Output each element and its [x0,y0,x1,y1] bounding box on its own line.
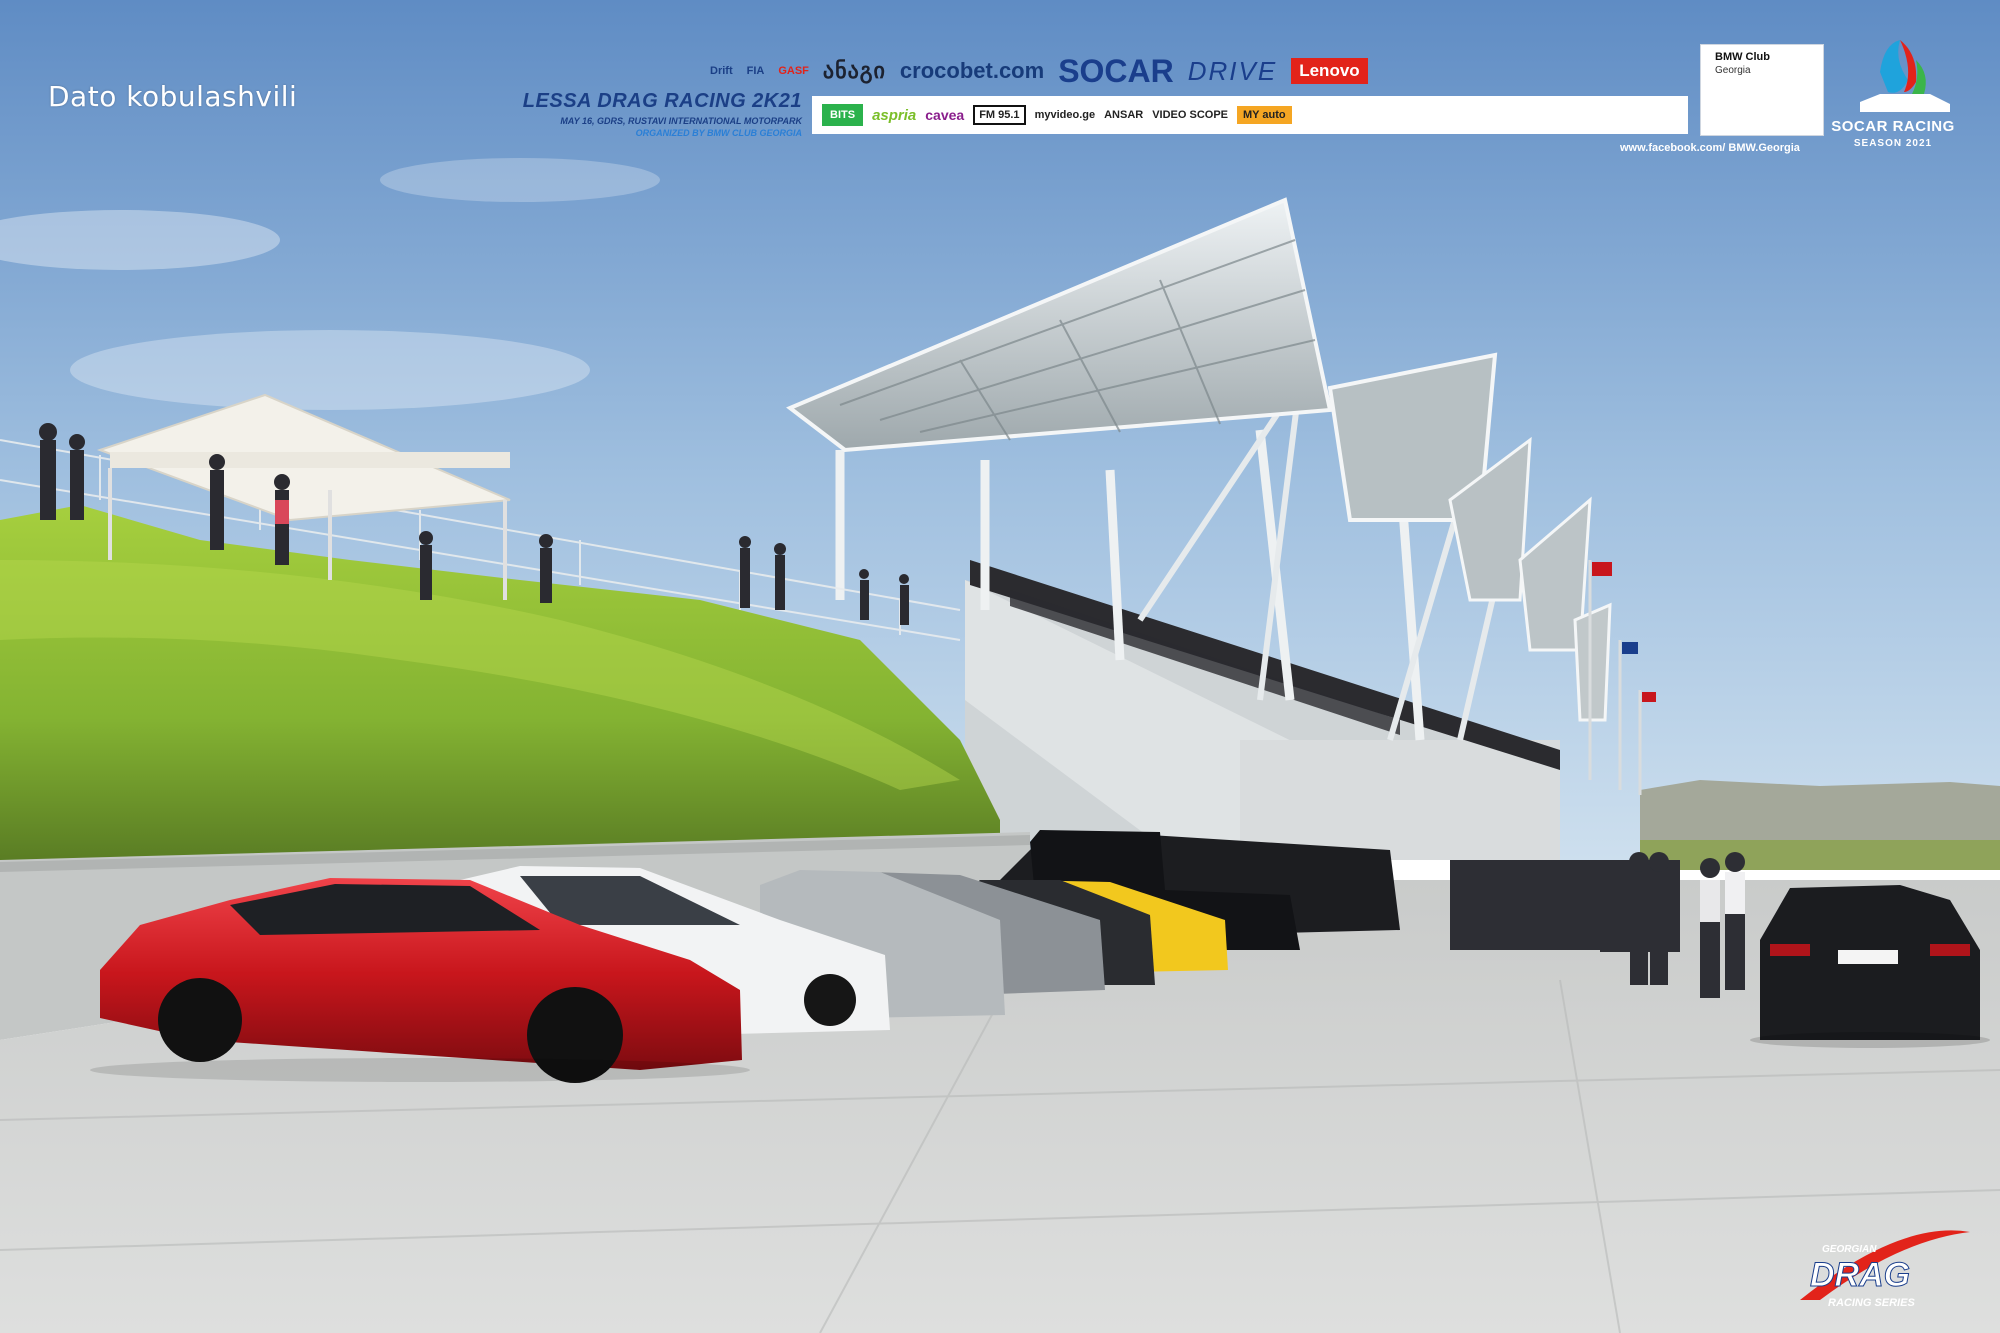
gdrs-logo: GEORGIAN DRAG RACING SERIES [1810,1244,1916,1309]
distant-field [1640,840,2000,870]
car-wheel [158,978,242,1062]
event-organizer: ORGANIZED BY BMW CLUB GEORGIA [635,128,802,138]
gdrs-logo-bottom: RACING SERIES [1828,1297,1915,1309]
event-banner: LESSA DRAG RACING 2K21 MAY 16, GDRS, RUS… [470,90,802,138]
person-white-shirt [1725,872,1745,914]
sponsor-cavea: cavea [925,107,965,123]
tail-light [1770,944,1810,956]
gdrs-logo-top: GEORGIAN [1822,1244,1877,1255]
cloud [70,330,590,410]
sponsor-myauto: MY auto [1237,106,1292,124]
cloud [380,158,660,202]
sponsor-ansar: ANSAR [1104,109,1144,121]
sponsor-anagi: ანაგი [822,58,886,83]
stand-front-wall [1240,740,1560,860]
socar-racing-season: SEASON 2021 [1853,138,1933,149]
sponsor-drive: DRIVE [1187,55,1278,86]
spectator-shirt [275,500,289,524]
sponsor-strip-top: Drift FIA GASF ანაგი crocobet.com SOCAR … [710,50,1690,92]
photo-scene [0,0,2000,1333]
sponsor-bits: BITS [822,104,864,126]
tent-valance [110,452,510,468]
bmw-club-name: BMW Club [1715,51,1770,63]
event-title: LESSA DRAG RACING 2K21 [522,90,802,112]
sponsor-lenovo: Lenovo [1291,58,1368,84]
tail-light [1930,944,1970,956]
sponsor-fia: FIA [746,65,765,77]
socar-racing-name: SOCAR RACING [1831,118,1955,135]
person-white-shirt [1700,880,1720,922]
socar-racing-badge: SOCAR RACING SEASON 2021 [1828,118,1958,149]
car-shadow [90,1058,750,1082]
sponsor-aspria: aspria [872,106,917,124]
car-wheel [804,974,856,1026]
sponsor-fm: FM 95.1 [973,105,1026,125]
photo-credit: Dato kobulashvili [48,80,298,113]
bmw-club-country: Georgia [1715,65,1751,76]
gdrs-logo-main: DRAG [1810,1256,1910,1294]
car-shadow [1750,1032,1990,1048]
sponsor-myvideo: myvideo.ge [1034,109,1096,121]
event-subtitle: MAY 16, GDRS, RUSTAVI INTERNATIONAL MOTO… [560,116,802,126]
license-plate [1838,950,1898,964]
sponsor-drift: Drift [710,65,733,77]
sponsor-socar: SOCAR [1058,52,1174,89]
sponsor-crocobet: crocobet.com [899,58,1045,83]
sponsor-videoscope: VIDEO SCOPE [1152,109,1229,121]
grandstand-roof [1573,602,1612,722]
bmw-club-url: www.facebook.com/ BMW.Georgia [1620,142,1800,154]
sponsor-strip-bottom: BITS aspria cavea FM 95.1 myvideo.ge ANS… [812,96,1688,134]
bmw-club-badge: BMW Club Georgia [1700,44,1824,136]
sponsor-gasf: GASF [778,65,809,77]
